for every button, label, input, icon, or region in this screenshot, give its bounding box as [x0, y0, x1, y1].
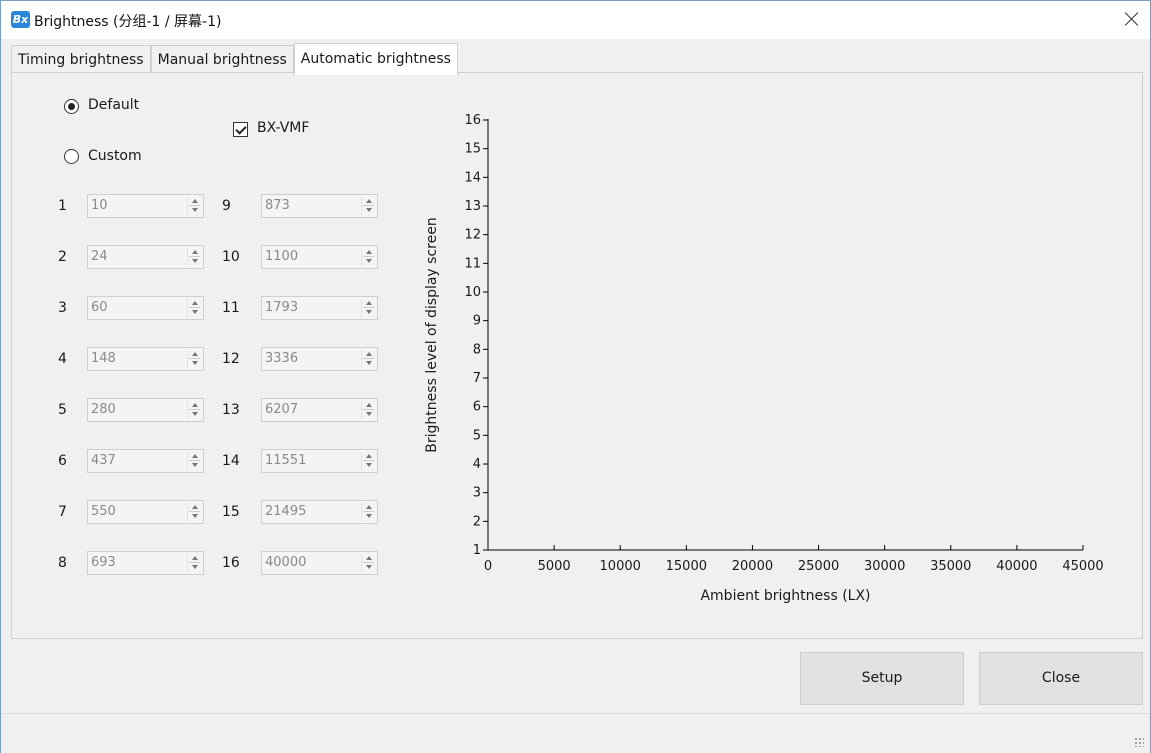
- y-tick-label: 6: [473, 400, 481, 415]
- y-tick-label: 2: [473, 514, 481, 529]
- y-tick-label: 13: [464, 199, 481, 214]
- x-tick-label: 45000: [1062, 559, 1103, 574]
- x-tick-label: 0: [484, 559, 492, 574]
- tab-timing-brightness[interactable]: Timing brightness: [11, 45, 151, 73]
- close-window-icon[interactable]: [1122, 9, 1142, 29]
- y-tick-label: 7: [473, 371, 481, 386]
- setup-button[interactable]: Setup: [800, 652, 964, 705]
- x-tick-label: 15000: [666, 559, 707, 574]
- y-tick-label: 16: [464, 113, 481, 128]
- x-tick-label: 35000: [930, 559, 971, 574]
- close-button[interactable]: Close: [979, 652, 1143, 705]
- y-tick-label: 5: [473, 428, 481, 443]
- x-tick-label: 40000: [996, 559, 1037, 574]
- y-tick-label: 11: [464, 256, 481, 271]
- x-tick-label: 30000: [864, 559, 905, 574]
- y-tick-label: 4: [473, 457, 481, 472]
- title-bar: Bx Brightness (分组-1 / 屏幕-1): [1, 1, 1150, 39]
- brightness-curve-chart: 123456789101112131415160 5000 10000 15000 20…: [424, 113, 1104, 604]
- y-tick-label: 15: [464, 142, 481, 157]
- status-bar: [1, 713, 1150, 753]
- y-tick-label: 1: [473, 543, 481, 558]
- tab-strip: Timing brightness Manual brightness Auto…: [11, 43, 458, 75]
- x-axis-title: Ambient brightness (LX): [700, 588, 870, 604]
- window-title: Brightness (分组-1 / 屏幕-1): [34, 14, 222, 30]
- x-tick-label: 25000: [798, 559, 839, 574]
- x-tick-label: 20000: [732, 559, 773, 574]
- app-logo-icon: Bx: [11, 11, 30, 28]
- automatic-brightness-panel: Default Custom BX-VMF 1 10 2 24 3 60 4 148 5 280 6…: [11, 72, 1143, 639]
- y-tick-label: 9: [473, 314, 481, 329]
- y-tick-label: 8: [473, 342, 481, 357]
- y-tick-label: 3: [473, 486, 481, 501]
- tab-automatic-brightness[interactable]: Automatic brightness: [293, 43, 458, 75]
- brightness-dialog: Bx Brightness (分组-1 / 屏幕-1) Timing brigh…: [0, 0, 1151, 753]
- y-tick-label: 14: [464, 170, 481, 185]
- tab-manual-brightness[interactable]: Manual brightness: [150, 45, 294, 73]
- y-axis-title: Brightness level of display screen: [424, 217, 440, 452]
- x-tick-label: 5000: [538, 559, 571, 574]
- y-tick-label: 12: [464, 228, 481, 243]
- resize-grip-icon[interactable]: [1134, 737, 1144, 747]
- y-tick-label: 10: [464, 285, 481, 300]
- x-tick-label: 10000: [600, 559, 641, 574]
